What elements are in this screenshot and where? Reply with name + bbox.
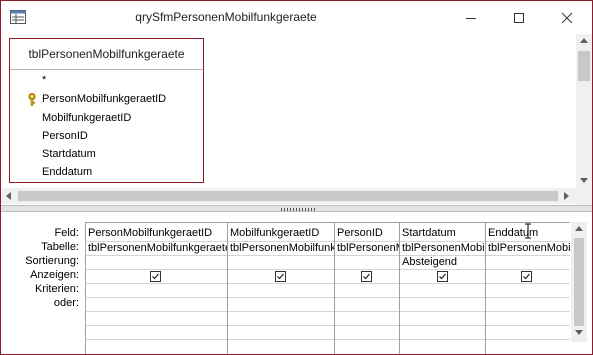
grid-cell-sortierung[interactable] <box>86 256 227 269</box>
minimize-button[interactable] <box>448 1 494 33</box>
grid-column-5[interactable]: Enddatum tblPersonenMobilfunkgeraete <box>486 223 570 354</box>
grid-cell-feld[interactable]: PersonMobilfunkgeraetID <box>86 227 227 240</box>
grid-column-3[interactable]: PersonID tblPersonenMobilfunkgeraete <box>335 223 400 354</box>
grid-cell-feld[interactable]: MobilfunkgeraetID <box>228 227 334 240</box>
scroll-right-arrow-icon[interactable] <box>564 192 570 200</box>
grid-cell-sortierung[interactable]: Absteigend <box>400 256 485 269</box>
checkmark-icon <box>439 273 446 280</box>
scroll-down-arrow-icon[interactable] <box>575 330 583 336</box>
grid-column-1[interactable]: PersonMobilfunkgeraetID tblPersonenMobil… <box>86 223 228 354</box>
close-button[interactable] <box>544 1 590 33</box>
checkmark-icon <box>363 273 370 280</box>
field-item-startdatum[interactable]: Startdatum <box>42 145 96 163</box>
grid-cell-feld[interactable]: PersonID <box>335 227 399 240</box>
scroll-up-arrow-icon[interactable] <box>575 226 583 232</box>
scroll-down-arrow-icon[interactable] <box>580 178 588 184</box>
field-item-all[interactable]: * <box>42 71 46 89</box>
grid-cell-tabelle[interactable]: tblPersonenMobilfunkgeraete <box>86 242 227 255</box>
grid-cell-anzeigen[interactable] <box>335 270 399 283</box>
scroll-left-arrow-icon[interactable] <box>6 192 12 200</box>
row-label-tabelle: Tabelle: <box>41 241 79 253</box>
grid-column-4[interactable]: Startdatum tblPersonenMobilfunkgeraete A… <box>400 223 486 354</box>
grid-cell-anzeigen[interactable] <box>228 270 334 283</box>
title-bar: qrySfmPersonenMobilfunkgeraete <box>1 1 592 34</box>
grid-cell-tabelle[interactable]: tblPersonenMobilfunkgeraete <box>400 242 485 255</box>
field-item-personid[interactable]: PersonID <box>42 127 88 145</box>
upper-horizontal-scrollbar[interactable] <box>1 188 576 204</box>
show-checkbox[interactable] <box>275 271 286 282</box>
minimize-icon <box>466 18 476 19</box>
scroll-up-arrow-icon[interactable] <box>580 38 588 44</box>
upper-horizontal-scroll-thumb[interactable] <box>18 191 558 201</box>
row-label-sortierung: Sortierung: <box>25 255 79 267</box>
lower-vertical-scrollbar[interactable] <box>571 222 587 342</box>
field-list-title[interactable]: tblPersonenMobilfunkgeraete <box>10 39 203 70</box>
field-item-mobilfunkgeraetid[interactable]: MobilfunkgeraetID <box>42 109 131 127</box>
primary-key-icon <box>28 93 36 106</box>
upper-vertical-scrollbar[interactable] <box>576 34 592 205</box>
row-label-oder: oder: <box>53 297 79 309</box>
pane-splitter[interactable] <box>1 205 592 212</box>
show-checkbox[interactable] <box>361 271 372 282</box>
grid-cell-anzeigen[interactable] <box>486 270 570 283</box>
text-cursor-icon <box>525 223 531 239</box>
grid-cell-anzeigen[interactable] <box>400 270 485 283</box>
design-grid-pane: Feld: Tabelle: Sortierung: Anzeigen: Kri… <box>1 212 592 354</box>
table-pane[interactable]: tblPersonenMobilfunkgeraete * PersonMobi… <box>1 34 592 205</box>
field-item-personmobilfunkgeraetid[interactable]: PersonMobilfunkgeraetID <box>42 90 166 108</box>
grid-cell-tabelle[interactable]: tblPersonenMobilfunkgeraete <box>228 242 334 255</box>
query-design-window: qrySfmPersonenMobilfunkgeraete tblPerson… <box>0 0 593 355</box>
grid-column-2[interactable]: MobilfunkgeraetID tblPersonenMobilfunkge… <box>228 223 335 354</box>
query-design-grid: PersonMobilfunkgeraetID tblPersonenMobil… <box>85 222 570 354</box>
grid-cell-tabelle[interactable]: tblPersonenMobilfunkgeraete <box>335 242 399 255</box>
grid-cell-feld[interactable]: Startdatum <box>400 227 485 240</box>
field-item-enddatum[interactable]: Enddatum <box>42 163 92 181</box>
checkmark-icon <box>523 273 530 280</box>
show-checkbox[interactable] <box>437 271 448 282</box>
show-checkbox[interactable] <box>521 271 532 282</box>
grid-cell-tabelle[interactable]: tblPersonenMobilfunkgeraete <box>486 242 570 255</box>
grid-cell-sortierung[interactable] <box>228 256 334 269</box>
window-title: qrySfmPersonenMobilfunkgeraete <box>135 10 317 24</box>
close-icon <box>561 12 573 24</box>
grid-cell-sortierung[interactable] <box>486 256 570 269</box>
lower-vertical-scroll-thumb[interactable] <box>574 238 584 326</box>
checkmark-icon <box>277 273 284 280</box>
row-label-anzeigen: Anzeigen: <box>30 269 79 281</box>
grid-cell-sortierung[interactable] <box>335 256 399 269</box>
show-checkbox[interactable] <box>150 271 161 282</box>
splitter-grip-icon[interactable] <box>281 208 315 211</box>
row-label-feld: Feld: <box>54 227 79 239</box>
maximize-button[interactable] <box>496 1 542 33</box>
row-label-kriterien: Kriterien: <box>34 283 79 295</box>
maximize-icon <box>514 13 524 23</box>
checkmark-icon <box>152 273 159 280</box>
upper-vertical-scroll-thumb[interactable] <box>578 51 590 81</box>
grid-cell-anzeigen[interactable] <box>86 270 227 283</box>
field-list-box[interactable]: tblPersonenMobilfunkgeraete * PersonMobi… <box>9 38 204 183</box>
